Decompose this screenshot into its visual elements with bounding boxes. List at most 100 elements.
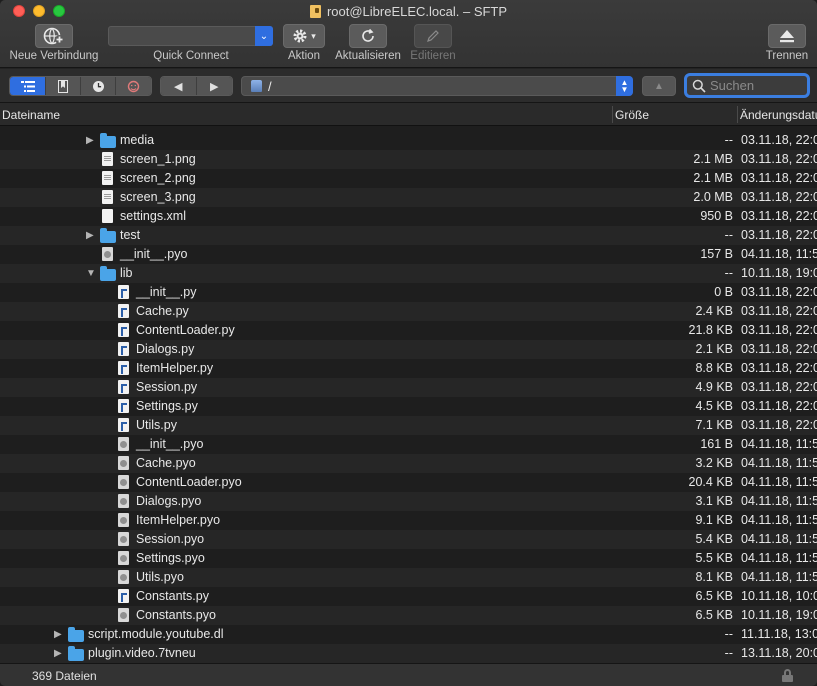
file-size: 7.1 KB [695,418,733,432]
name-column-header[interactable]: Dateiname [2,108,60,122]
quick-connect-field[interactable]: ⌄ [108,26,273,46]
path-stepper-icon[interactable]: ▲ ▼ [616,76,633,96]
quick-connect-dropdown[interactable]: ⌄ [255,26,273,46]
document-icon [309,5,321,18]
file-row[interactable]: ContentLoader.pyo 20.4 KB 04.11.18, 11:50 [0,473,817,492]
file-modified-date: 03.11.18, 22:03 [741,380,817,394]
file-row[interactable]: __init__.pyo 161 B 04.11.18, 11:50 [0,435,817,454]
bookmarks-view-button[interactable] [46,77,81,95]
file-name: Settings.py [136,399,198,413]
file-name: lib [120,266,133,280]
file-name: Session.py [136,380,198,394]
column-header: Dateiname Größe Änderungsdatum [0,103,817,126]
file-modified-date: 04.11.18, 11:50 [741,532,817,546]
folder-row[interactable]: ▶ plugin.video.7tvneu -- 13.11.18, 20:09 [0,644,817,663]
bonjour-view-button[interactable] [116,77,151,95]
file-modified-date: 04.11.18, 11:50 [741,551,817,565]
action-menu-button[interactable]: ▾ [283,24,325,48]
file-name: ContentLoader.pyo [136,475,242,489]
sftp-window: root@LibreELEC.local. – SFTP Neue Verbin… [0,0,817,686]
file-row[interactable]: Utils.pyo 8.1 KB 04.11.18, 11:50 [0,568,817,587]
new-connection-button[interactable] [35,24,73,48]
folder-row[interactable]: ▶ media -- 03.11.18, 22:03 [0,131,817,150]
file-row[interactable]: Dialogs.py 2.1 KB 03.11.18, 22:03 [0,340,817,359]
file-row[interactable]: __init__.py 0 B 03.11.18, 22:03 [0,283,817,302]
disconnect-label: Trennen [765,50,809,62]
history-view-button[interactable] [81,77,116,95]
file-row[interactable]: Cache.py 2.4 KB 03.11.18, 22:03 [0,302,817,321]
file-row[interactable]: Utils.py 7.1 KB 03.11.18, 22:03 [0,416,817,435]
file-row[interactable]: Session.pyo 5.4 KB 04.11.18, 11:50 [0,530,817,549]
size-column-header[interactable]: Größe [615,108,649,122]
parent-directory-button[interactable]: ▲ [642,76,676,96]
modified-column-header[interactable]: Änderungsdatum [740,108,817,122]
column-separator[interactable] [612,106,613,123]
file-modified-date: 03.11.18, 22:03 [741,418,817,432]
file-row[interactable]: screen_1.png 2.1 MB 03.11.18, 22:03 [0,150,817,169]
column-separator[interactable] [737,106,738,123]
file-size: 21.8 KB [688,323,733,337]
file-row[interactable]: screen_2.png 2.1 MB 03.11.18, 22:03 [0,169,817,188]
edit-button[interactable] [414,24,452,48]
file-name: Utils.pyo [136,570,184,584]
file-row[interactable]: ItemHelper.pyo 9.1 KB 04.11.18, 11:50 [0,511,817,530]
search-box[interactable] [684,73,810,98]
file-row[interactable]: Session.py 4.9 KB 03.11.18, 22:03 [0,378,817,397]
file-row[interactable]: Settings.py 4.5 KB 03.11.18, 22:03 [0,397,817,416]
file-modified-date: 11.11.18, 13:08 [741,627,817,641]
file-size: 157 B [700,247,733,261]
folder-row[interactable]: ▶ script.module.youtube.dl -- 11.11.18, 13:… [0,625,817,644]
back-arrow-icon: ◀ [174,80,183,93]
file-size: 8.8 KB [695,361,733,375]
view-mode-segmented-control [9,76,152,96]
disclosure-collapsed-icon[interactable]: ▶ [54,628,64,641]
file-name: __init__.pyo [120,247,188,261]
file-list: ▶ media -- 03.11.18, 22:03 screen_1.png 2.1 M… [0,126,817,663]
clock-icon [92,80,104,92]
folder-row[interactable]: ▶ test -- 03.11.18, 22:03 [0,226,817,245]
file-modified-date: 03.11.18, 22:03 [741,209,817,223]
file-row[interactable]: Dialogs.pyo 3.1 KB 04.11.18, 11:50 [0,492,817,511]
file-row[interactable]: ContentLoader.py 21.8 KB 03.11.18, 22:03 [0,321,817,340]
file-name: ItemHelper.pyo [136,513,221,527]
file-modified-date: 10.11.18, 19:01 [741,608,817,622]
refresh-icon [362,28,374,42]
disconnect-button[interactable] [768,24,806,48]
folder-row[interactable]: ▼ lib -- 10.11.18, 19:01 [0,264,817,283]
refresh-button[interactable] [349,24,387,48]
edit-label: Editieren [410,50,456,62]
file-size: 5.5 KB [695,551,733,565]
file-row[interactable]: settings.xml 950 B 03.11.18, 22:03 [0,207,817,226]
file-modified-date: 03.11.18, 22:03 [741,190,817,204]
file-size: 2.1 MB [693,152,733,166]
file-row[interactable]: __init__.pyo 157 B 04.11.18, 11:50 [0,245,817,264]
search-input[interactable] [710,78,805,93]
navigation-bar: ◀ ▶ / ▲ ▼ ▲ [0,69,817,103]
file-row[interactable]: Constants.py 6.5 KB 10.11.18, 10:05 [0,587,817,606]
file-count: 369 Dateien [32,669,97,683]
file-modified-date: 04.11.18, 11:50 [741,437,817,451]
file-row[interactable]: screen_3.png 2.0 MB 03.11.18, 22:03 [0,188,817,207]
file-row[interactable]: Constants.pyo 6.5 KB 10.11.18, 19:01 [0,606,817,625]
browser-view-button[interactable] [10,77,46,95]
file-row[interactable]: ItemHelper.py 8.8 KB 03.11.18, 22:03 [0,359,817,378]
forward-button[interactable]: ▶ [196,77,232,95]
file-name: Dialogs.pyo [136,494,202,508]
back-button[interactable]: ◀ [161,77,197,95]
disclosure-collapsed-icon[interactable]: ▶ [86,229,96,242]
file-name: screen_2.png [120,171,196,185]
file-row[interactable]: Settings.pyo 5.5 KB 04.11.18, 11:50 [0,549,817,568]
history-navigation: ◀ ▶ [160,76,233,96]
window-title-text: root@LibreELEC.local. – SFTP [326,4,508,19]
file-size: 950 B [700,209,733,223]
disclosure-collapsed-icon[interactable]: ▶ [86,134,96,147]
disclosure-expanded-icon[interactable]: ▼ [86,267,96,280]
file-row[interactable]: Cache.pyo 3.2 KB 04.11.18, 11:50 [0,454,817,473]
disclosure-collapsed-icon[interactable]: ▶ [54,647,64,660]
file-modified-date: 03.11.18, 22:03 [741,171,817,185]
path-selector[interactable]: / ▲ ▼ [241,76,633,96]
eject-icon [780,30,794,43]
file-size: 8.1 KB [695,570,733,584]
file-size: -- [724,133,733,147]
file-size: 9.1 KB [695,513,733,527]
